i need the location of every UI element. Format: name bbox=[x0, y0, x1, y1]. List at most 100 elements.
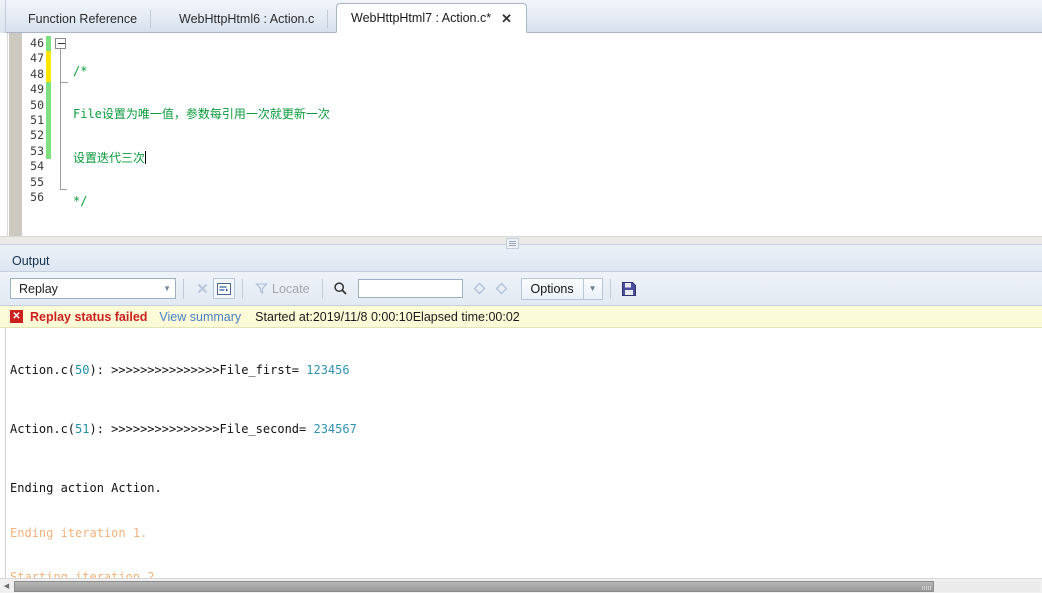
log-source: Action.c( bbox=[10, 363, 76, 377]
fold-elbow bbox=[60, 173, 61, 190]
log-message: >>>>>>>>>>>>>>>File_second= bbox=[111, 421, 314, 436]
diamond-up-icon bbox=[473, 282, 486, 295]
diamond-down-icon bbox=[495, 282, 508, 295]
wrap-text-icon bbox=[217, 282, 231, 295]
scrollbar-thumb[interactable] bbox=[14, 581, 934, 592]
output-source-value: Replay bbox=[19, 281, 58, 296]
output-log[interactable]: Action.c(50): >>>>>>>>>>>>>>>File_first=… bbox=[0, 328, 1042, 578]
log-line-number: 50 bbox=[75, 363, 90, 377]
tab-label: Function Reference bbox=[28, 11, 138, 26]
line-number: 49 bbox=[30, 82, 44, 97]
line-number: 50 bbox=[30, 97, 44, 112]
fold-end-tick bbox=[60, 189, 67, 190]
elapsed-time-label: Elapsed time: bbox=[412, 309, 489, 324]
log-line-number: 51 bbox=[75, 421, 90, 436]
line-number: 55 bbox=[30, 174, 44, 189]
view-summary-link[interactable]: View summary bbox=[159, 310, 241, 324]
line-number: 51 bbox=[30, 112, 44, 127]
save-output-button[interactable] bbox=[618, 278, 640, 299]
code-text-area[interactable]: /* File设置为唯一值，参数每引用一次就更新一次 设置迭代三次 */ lr_… bbox=[73, 36, 1042, 236]
find-previous-button[interactable] bbox=[469, 278, 491, 299]
wrap-text-button[interactable] bbox=[213, 278, 235, 299]
fold-guide-line bbox=[60, 49, 61, 189]
log-value: 234567 bbox=[313, 421, 357, 436]
error-icon: ✕ bbox=[10, 310, 23, 323]
tab-bar-left-edge bbox=[0, 0, 6, 33]
code-line-46: /* bbox=[73, 64, 1042, 79]
comment-text-cn-1: File设置为唯一值，参数每引用一次就更新一次 bbox=[73, 107, 330, 122]
scrollbar-track[interactable] bbox=[14, 581, 1040, 592]
chevron-down-icon[interactable]: ▼ bbox=[163, 279, 171, 298]
line-number: 47 bbox=[30, 51, 44, 66]
tab-function-reference[interactable]: Function Reference bbox=[14, 4, 152, 33]
comment-close: */ bbox=[73, 194, 88, 209]
log-source: Action.c( bbox=[10, 421, 76, 436]
code-line-47: File设置为唯一值，参数每引用一次就更新一次 bbox=[73, 107, 1042, 122]
editor-breakpoint-gutter[interactable] bbox=[9, 33, 22, 236]
loadrunner-vugen-window: Function Reference WebHttpHtml6 : Action… bbox=[0, 0, 1042, 593]
code-folding-gutter[interactable] bbox=[51, 33, 73, 236]
clear-output-button[interactable] bbox=[191, 278, 213, 299]
log-source-suffix: ): bbox=[89, 421, 112, 436]
log-line-list: Action.c(50): >>>>>>>>>>>>>>>File_first=… bbox=[10, 328, 1042, 578]
log-line: Action.c(50): >>>>>>>>>>>>>>>File_first=… bbox=[10, 362, 1042, 379]
line-number: 54 bbox=[30, 159, 44, 174]
fold-collapse-icon[interactable] bbox=[55, 38, 66, 49]
comment-text-cn-2: 设置迭代三次 bbox=[73, 150, 146, 165]
log-line: Starting iteration 2. bbox=[10, 570, 162, 578]
output-source-select[interactable]: Replay ▼ bbox=[10, 278, 176, 299]
output-panel-title: Output bbox=[0, 250, 1042, 272]
toolbar-separator bbox=[321, 278, 323, 299]
funnel-icon bbox=[255, 283, 268, 295]
tab-webhttphtml7-action-c[interactable]: WebHttpHtml7 : Action.c* ✕ bbox=[336, 3, 528, 33]
code-line-49: */ bbox=[73, 194, 1042, 209]
search-icon bbox=[334, 282, 347, 295]
started-at-label: Started at: bbox=[255, 309, 313, 324]
splitter-grip-handle[interactable] bbox=[506, 238, 519, 249]
code-editor[interactable]: 46 47 48 49 50 51 52 53 54 55 56 /* File… bbox=[0, 33, 1042, 236]
comment-open: /* bbox=[73, 64, 88, 78]
tab-label: WebHttpHtml6 : Action.c bbox=[179, 11, 315, 26]
log-message: >>>>>>>>>>>>>>>File_first= bbox=[111, 363, 307, 377]
tab-webhttphtml6-action-c[interactable]: WebHttpHtml6 : Action.c bbox=[165, 4, 329, 33]
output-horizontal-scrollbar[interactable]: ◀ bbox=[0, 578, 1042, 593]
log-line: Action.c(51): >>>>>>>>>>>>>>>File_second… bbox=[10, 421, 1042, 438]
chevron-down-icon: ▼ bbox=[588, 284, 597, 293]
log-source-suffix: ): bbox=[89, 363, 112, 377]
line-number: 48 bbox=[30, 66, 44, 81]
scroll-left-arrow-icon[interactable]: ◀ bbox=[0, 580, 13, 593]
tab-label: WebHttpHtml7 : Action.c* bbox=[351, 11, 492, 25]
toolbar-separator bbox=[242, 278, 243, 299]
log-left-rail bbox=[0, 328, 6, 578]
panel-splitter[interactable] bbox=[0, 236, 1042, 251]
scrollbar-thumb-grip bbox=[922, 586, 931, 590]
output-title-label: Output bbox=[12, 253, 50, 268]
log-value: 123456 bbox=[306, 363, 350, 377]
replay-status-text: Replay status failed bbox=[30, 309, 148, 324]
line-number: 56 bbox=[30, 189, 44, 204]
elapsed-time-value: 00:02 bbox=[488, 309, 520, 324]
search-input[interactable] bbox=[357, 279, 463, 298]
replay-status-bar: ✕ Replay status failed View summary Star… bbox=[0, 306, 1042, 328]
line-number: 52 bbox=[30, 128, 44, 143]
fold-branch-tick bbox=[60, 82, 68, 83]
find-next-button[interactable] bbox=[491, 278, 513, 299]
toolbar-separator bbox=[183, 278, 184, 299]
line-number-gutter: 46 47 48 49 50 51 52 53 54 55 56 bbox=[22, 33, 46, 236]
log-line: Ending action Action. bbox=[10, 480, 162, 495]
options-button[interactable]: Options bbox=[520, 277, 583, 300]
search-button[interactable] bbox=[330, 278, 352, 299]
save-icon bbox=[621, 281, 636, 296]
toolbar-separator bbox=[609, 278, 611, 299]
locate-button[interactable]: Locate bbox=[250, 278, 315, 299]
output-panel: Output Replay ▼ Locate Options ▼ ✕ Repla… bbox=[0, 250, 1042, 593]
text-caret bbox=[145, 150, 147, 164]
code-line-48: 设置迭代三次 bbox=[73, 150, 1042, 166]
line-number: 53 bbox=[30, 143, 44, 158]
close-icon[interactable]: ✕ bbox=[501, 12, 512, 25]
locate-label: Locate bbox=[272, 281, 310, 296]
options-dropdown-button[interactable]: ▼ bbox=[582, 277, 603, 300]
log-line: Ending iteration 1. bbox=[10, 525, 148, 540]
close-icon bbox=[197, 283, 207, 294]
output-toolbar: Replay ▼ Locate Options ▼ bbox=[0, 272, 1042, 306]
